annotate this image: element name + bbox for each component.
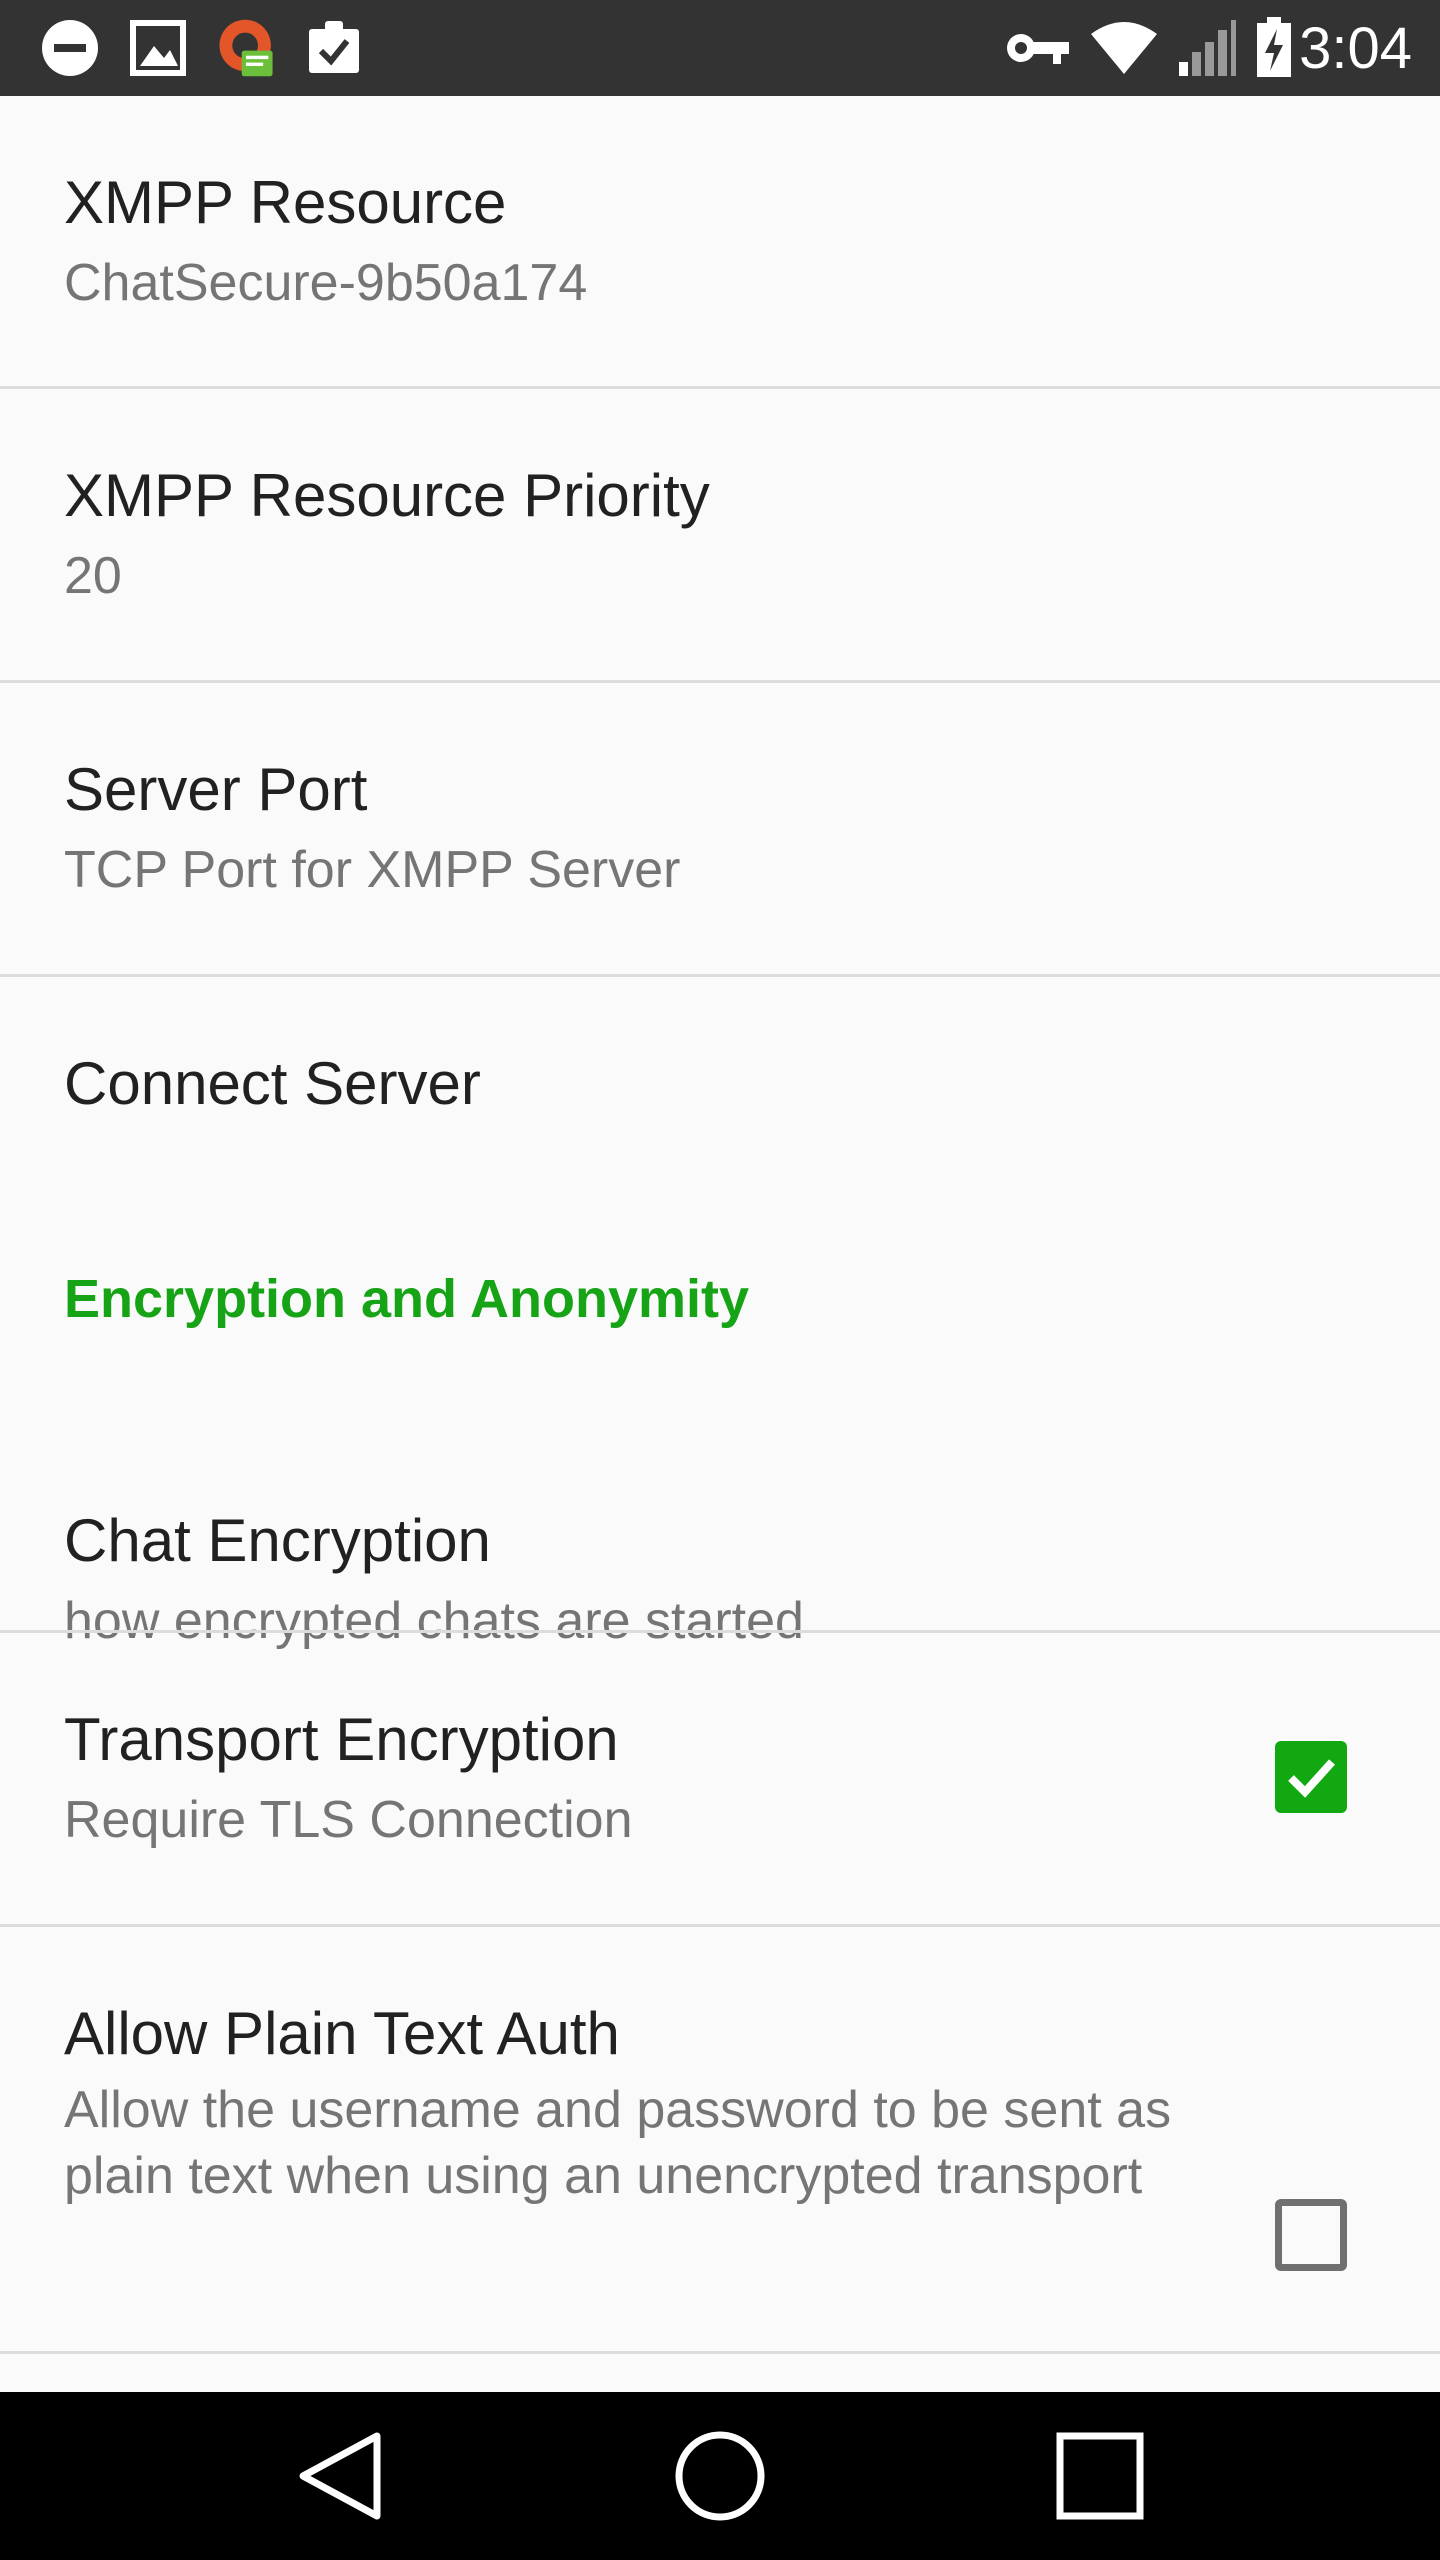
home-icon[interactable]	[660, 2416, 780, 2536]
transport-encryption-checkbox[interactable]	[1275, 1741, 1347, 1813]
pref-summary: ChatSecure-9b50a174	[64, 254, 588, 312]
pref-summary: Require TLS Connection	[64, 1791, 633, 1849]
pref-server-port[interactable]: Server Port TCP Port for XMPP Server	[0, 683, 1440, 973]
pref-title: XMPP Resource	[64, 169, 507, 236]
recents-icon[interactable]	[1040, 2416, 1160, 2536]
pref-xmpp-resource-priority[interactable]: XMPP Resource Priority 20	[0, 389, 1440, 679]
do-not-disturb-icon	[40, 18, 100, 78]
navigation-bar	[0, 2392, 1440, 2560]
category-encryption-and-anonymity: Encryption and Anonymity	[64, 1269, 750, 1329]
pref-title: Connect Server	[64, 1050, 481, 1117]
image-icon	[128, 18, 188, 78]
pref-title: Allow Plain Text Auth	[64, 2000, 620, 2067]
battery-charging-icon	[1255, 17, 1293, 79]
pref-summary: 20	[64, 547, 122, 605]
wifi-icon	[1089, 20, 1159, 76]
vpn-key-icon	[1005, 28, 1071, 68]
pref-title: XMPP Resource Priority	[64, 462, 710, 529]
checkmark-icon	[1288, 1759, 1335, 1798]
pref-xmpp-resource[interactable]: XMPP Resource ChatSecure-9b50a174	[0, 96, 1440, 386]
pref-title: Server Port	[64, 756, 368, 823]
back-icon[interactable]	[280, 2416, 400, 2536]
pref-summary: TCP Port for XMPP Server	[64, 841, 681, 899]
divider	[0, 2351, 1440, 2354]
settings-list: XMPP Resource ChatSecure-9b50a174 XMPP R…	[0, 96, 1440, 2392]
app-notification-icon	[216, 18, 276, 78]
pref-connect-server[interactable]: Connect Server	[0, 977, 1440, 1197]
pref-allow-plain-text-auth[interactable]: Allow Plain Text Auth Allow the username…	[0, 1927, 1440, 2347]
pref-transport-encryption[interactable]: Transport Encryption Require TLS Connect…	[0, 1633, 1440, 1923]
status-right-icons: 3:04	[987, 10, 1412, 86]
pref-summary: Allow the username and password to be se…	[64, 2081, 1172, 2205]
cell-signal-icon	[1177, 18, 1237, 78]
pref-title: Transport Encryption	[64, 1706, 619, 1773]
status-left-icons	[40, 14, 392, 82]
clock: 3:04	[1299, 15, 1412, 81]
pref-title: Chat Encryption	[64, 1507, 491, 1574]
clipboard-check-icon	[304, 18, 364, 78]
status-bar: 3:04	[0, 0, 1440, 96]
allow-plain-text-auth-checkbox[interactable]	[1275, 2199, 1347, 2271]
